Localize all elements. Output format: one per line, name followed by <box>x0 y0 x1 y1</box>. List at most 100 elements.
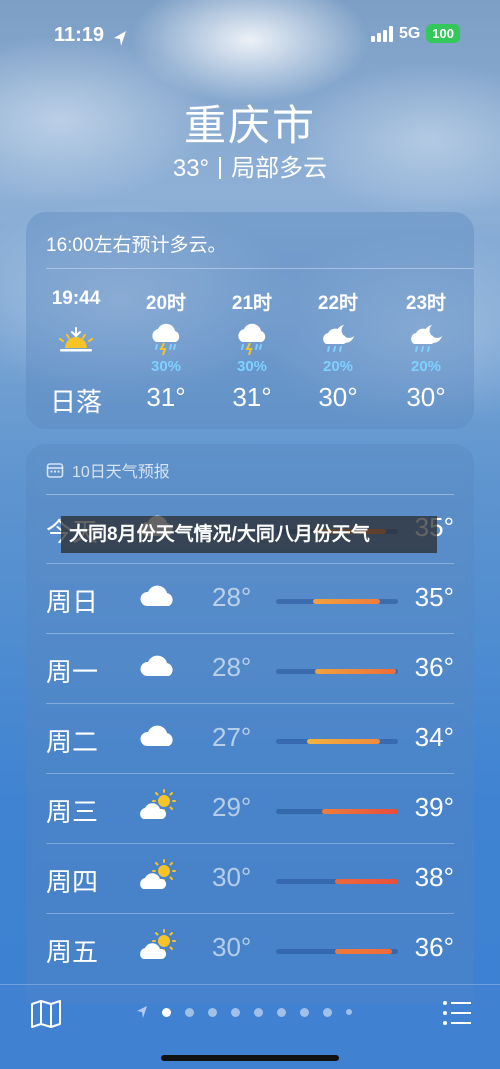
home-indicator[interactable] <box>161 1055 339 1061</box>
day-low-temp: 27° <box>212 722 252 752</box>
hourly-forecast-card[interactable]: 16:00左右预计多云。 19:44 日落 20时 30% 31° 21时 30… <box>26 212 474 429</box>
day-name: 周五 <box>46 937 99 967</box>
hour-label: 20时 <box>145 293 187 314</box>
hour-temp: 31° <box>232 382 272 412</box>
day-row[interactable]: 周日 28° 35° <box>26 564 474 634</box>
location-arrow-icon <box>114 31 126 46</box>
sunset-icon <box>36 318 116 360</box>
temperature-range-fill <box>334 879 398 884</box>
hour-precip: 30% <box>236 358 268 375</box>
page-indicator[interactable] <box>136 1005 352 1019</box>
overlay-caption-banner: 大同8月份天气情况/大同八月份天气 <box>61 516 437 553</box>
moon-cloud-rain-icon <box>298 318 378 360</box>
day-low-temp: 30° <box>212 932 252 962</box>
temperature-range-fill <box>315 669 396 674</box>
day-name: 周二 <box>46 727 99 757</box>
temperature-range-bar <box>276 879 398 884</box>
day-high-temp: 34° <box>414 722 454 752</box>
thunderstorm-icon <box>212 318 292 360</box>
page-dot[interactable] <box>346 1009 352 1015</box>
calendar-icon <box>46 463 64 478</box>
ten-day-title-text: 10日天气预报 <box>72 464 170 481</box>
day-row[interactable]: 周五 30° 36° <box>26 914 474 984</box>
hour-item: 22时 20% 30° <box>298 288 378 413</box>
day-low-temp: 30° <box>212 862 252 892</box>
page-dot[interactable] <box>231 1007 240 1017</box>
hour-item: 19:44 日落 <box>36 288 116 419</box>
temperature-range-fill <box>334 949 392 954</box>
day-row[interactable]: 周一 28° 36° <box>26 634 474 704</box>
hour-temp: 30° <box>318 382 358 412</box>
day-name: 周一 <box>46 657 99 687</box>
moon-cloud-rain-icon <box>386 318 466 360</box>
status-indicators: 5G 100 <box>370 24 460 43</box>
temperature-range-fill <box>322 809 398 814</box>
hour-item: 21时 30% 31° <box>212 288 292 413</box>
hour-temp: 日落 <box>49 387 102 417</box>
day-low-temp: 29° <box>212 792 252 822</box>
partly-sunny-icon <box>138 928 178 964</box>
cloud-icon <box>138 718 178 754</box>
partly-sunny-icon <box>138 858 178 894</box>
current-temperature: 33° <box>172 155 210 182</box>
network-type: 5G <box>398 24 421 42</box>
page-dot[interactable] <box>162 1007 171 1017</box>
map-icon[interactable] <box>30 999 62 1029</box>
page-dot[interactable] <box>208 1007 217 1017</box>
hour-item: 20时 30% 31° <box>126 288 206 413</box>
page-dot[interactable] <box>185 1007 194 1017</box>
day-high-temp: 39° <box>414 792 454 822</box>
hour-precip: 30% <box>150 358 182 375</box>
page-dot[interactable] <box>277 1007 286 1017</box>
hour-item: 23时 20% 30° <box>386 288 466 413</box>
hour-label: 22时 <box>317 293 359 314</box>
temperature-range-bar <box>276 739 398 744</box>
day-low-temp: 28° <box>212 582 252 612</box>
current-summary: 33° 局部多云 <box>0 148 500 183</box>
temperature-range-bar <box>276 949 398 954</box>
hour-temp: 31° <box>146 382 186 412</box>
signal-icon <box>370 25 393 42</box>
day-name: 周四 <box>46 867 99 897</box>
divider <box>46 268 474 269</box>
temperature-range-fill <box>312 599 380 604</box>
temperature-range-bar <box>276 669 398 674</box>
page-dot[interactable] <box>254 1007 263 1017</box>
hour-label: 21时 <box>231 293 273 314</box>
hour-label: 23时 <box>405 293 447 314</box>
current-condition: 局部多云 <box>231 155 328 182</box>
cloud-icon <box>138 648 178 684</box>
status-time: 11:19 <box>54 24 105 46</box>
partly-sunny-icon <box>138 788 178 824</box>
hourly-description: 16:00左右预计多云。 <box>46 235 227 256</box>
temperature-range-bar <box>276 809 398 814</box>
day-row[interactable]: 周四 30° 38° <box>26 844 474 914</box>
temperature-range-fill <box>306 739 380 744</box>
hour-precip: 20% <box>322 358 354 375</box>
hour-temp: 30° <box>406 382 446 412</box>
hour-label: 19:44 <box>51 288 101 309</box>
day-row[interactable]: 周二 27° 34° <box>26 704 474 774</box>
day-high-temp: 36° <box>414 932 454 962</box>
hour-precip <box>36 358 116 376</box>
ten-day-title: 10日天气预报 <box>46 458 170 482</box>
day-name: 周三 <box>46 797 99 827</box>
status-bar: 11:19 5G 100 <box>0 22 500 52</box>
day-high-temp: 38° <box>414 862 454 892</box>
current-location-icon <box>137 1006 147 1018</box>
summary-separator <box>219 157 222 179</box>
list-icon[interactable] <box>442 999 472 1027</box>
day-high-temp: 36° <box>414 652 454 682</box>
cloud-icon <box>138 578 178 614</box>
page-dot[interactable] <box>300 1007 309 1017</box>
hour-precip: 20% <box>410 358 442 375</box>
page-dot[interactable] <box>323 1007 332 1017</box>
day-high-temp: 35° <box>414 582 454 612</box>
city-name: 重庆市 <box>183 102 316 149</box>
day-row[interactable]: 周三 29° 39° <box>26 774 474 844</box>
day-name: 周日 <box>46 587 99 617</box>
battery-badge: 100 <box>426 24 460 43</box>
day-low-temp: 28° <box>212 652 252 682</box>
thunderstorm-icon <box>126 318 206 360</box>
temperature-range-bar <box>276 599 398 604</box>
